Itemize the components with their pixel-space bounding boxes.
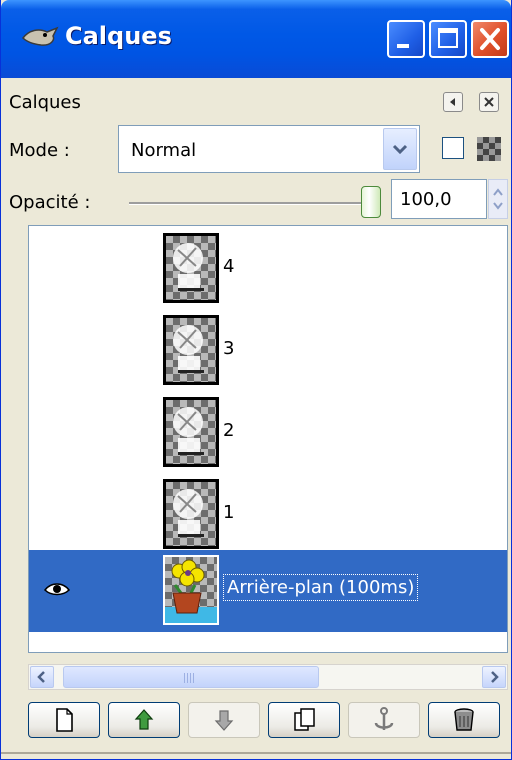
plant-outline-icon bbox=[173, 243, 204, 291]
layers-toolbar bbox=[28, 700, 508, 740]
opacity-label: Opacité : bbox=[9, 192, 91, 213]
mode-label: Mode : bbox=[9, 140, 70, 161]
eye-icon[interactable] bbox=[43, 576, 71, 604]
lock-pixels-checkbox[interactable] bbox=[442, 137, 464, 159]
arrow-left-icon bbox=[37, 671, 45, 683]
scroll-left-button[interactable] bbox=[30, 666, 54, 688]
duplicate-layer-button[interactable] bbox=[268, 702, 340, 738]
layer-name: 4 bbox=[223, 256, 235, 277]
minimize-icon bbox=[397, 44, 409, 48]
plant-outline-icon bbox=[173, 325, 204, 373]
layer-row-selected[interactable]: Arrière-plan (100ms) bbox=[29, 550, 507, 632]
layers-list[interactable]: 4 3 2 1 Arrière-plan (100ms) bbox=[28, 225, 508, 653]
anchor-layer-button[interactable] bbox=[348, 702, 420, 738]
layer-thumbnail bbox=[163, 479, 219, 549]
close-icon bbox=[480, 28, 500, 50]
layer-row[interactable]: 1 bbox=[29, 474, 507, 556]
layer-name: 1 bbox=[223, 502, 235, 523]
mode-dropdown-button[interactable] bbox=[383, 128, 417, 170]
horizontal-scrollbar[interactable] bbox=[28, 664, 508, 690]
opacity-value: 100,0 bbox=[400, 189, 452, 210]
layer-row[interactable]: 2 bbox=[29, 392, 507, 474]
mode-select[interactable]: Normal bbox=[118, 125, 420, 173]
layer-row[interactable]: 3 bbox=[29, 310, 507, 392]
window-bottom-border bbox=[1, 752, 511, 754]
layer-thumbnail bbox=[163, 555, 219, 625]
window-title: Calques bbox=[65, 22, 172, 50]
raise-layer-button[interactable] bbox=[108, 702, 180, 738]
layer-name: Arrière-plan (100ms) bbox=[223, 574, 419, 601]
dock-menu-button[interactable] bbox=[443, 92, 463, 112]
new-page-icon bbox=[56, 708, 73, 732]
close-button[interactable] bbox=[471, 20, 509, 58]
layer-thumbnail bbox=[163, 397, 219, 467]
trash-icon bbox=[454, 708, 474, 731]
maximize-icon bbox=[438, 28, 458, 48]
plant-outline-icon bbox=[173, 489, 204, 537]
delete-layer-button[interactable] bbox=[428, 702, 500, 738]
layer-thumbnail bbox=[163, 315, 219, 385]
layer-row[interactable]: 4 bbox=[29, 228, 507, 310]
duplicate-icon bbox=[294, 708, 315, 731]
dock-close-button[interactable] bbox=[479, 92, 499, 112]
dock-title: Calques bbox=[9, 92, 81, 113]
new-layer-button[interactable] bbox=[28, 702, 100, 738]
gimp-wilber-icon bbox=[22, 26, 59, 46]
layer-name: 3 bbox=[223, 338, 235, 359]
opacity-slider-track[interactable] bbox=[129, 202, 369, 205]
flower-pot-icon bbox=[165, 559, 217, 623]
chevron-down-icon bbox=[392, 144, 408, 155]
arrow-down-icon bbox=[214, 710, 234, 731]
arrow-right-icon bbox=[491, 671, 499, 683]
close-icon bbox=[484, 97, 494, 107]
opacity-spin-buttons[interactable] bbox=[488, 179, 508, 219]
anchor-icon bbox=[374, 707, 394, 730]
scroll-right-button[interactable] bbox=[482, 666, 506, 688]
title-bar[interactable]: Calques bbox=[1, 0, 511, 78]
lower-layer-button[interactable] bbox=[188, 702, 260, 738]
plant-outline-icon bbox=[173, 407, 204, 455]
minimize-button[interactable] bbox=[387, 20, 425, 58]
scroll-thumb[interactable] bbox=[63, 666, 319, 688]
opacity-slider-handle[interactable] bbox=[361, 186, 381, 218]
layer-name: 2 bbox=[223, 420, 235, 441]
spin-arrows-icon bbox=[493, 188, 503, 210]
opacity-input[interactable]: 100,0 bbox=[391, 179, 487, 219]
maximize-button[interactable] bbox=[429, 20, 467, 58]
arrow-up-icon bbox=[134, 709, 154, 730]
grip-icon bbox=[184, 673, 196, 683]
mode-value: Normal bbox=[131, 140, 197, 161]
lock-alpha-checker-icon[interactable] bbox=[477, 137, 501, 161]
layers-window: Calques Calques Mode : Normal Opacité: … bbox=[0, 0, 512, 760]
triangle-left-icon bbox=[450, 98, 455, 106]
layer-thumbnail bbox=[163, 233, 219, 303]
